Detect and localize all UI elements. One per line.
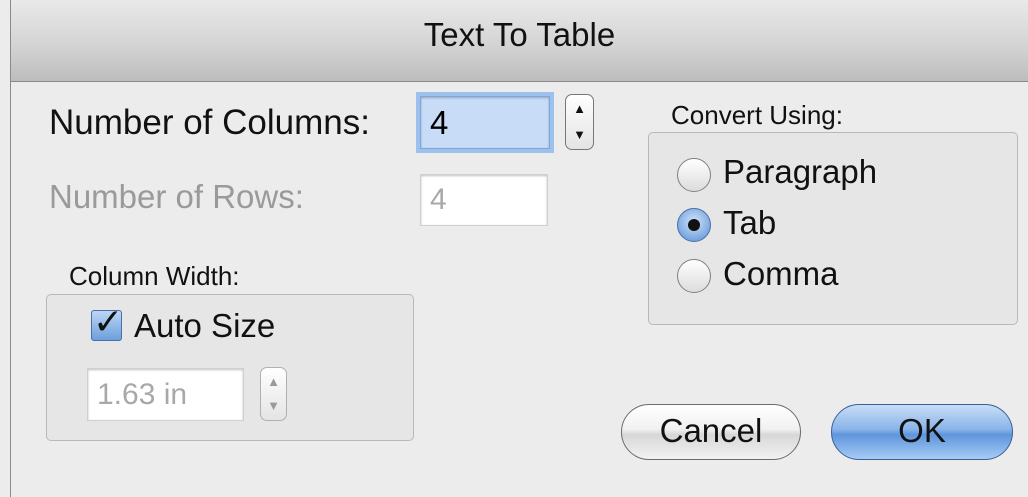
title-bar[interactable]: Text To Table <box>11 0 1028 82</box>
ok-button[interactable]: OK <box>831 404 1013 460</box>
paragraph-radio-label[interactable]: Paragraph <box>723 153 877 191</box>
rows-label: Number of Rows: <box>49 178 304 215</box>
checkmark-icon: ✓ <box>93 301 124 342</box>
paragraph-radio[interactable] <box>677 158 711 192</box>
tab-radio-label[interactable]: Tab <box>723 204 776 242</box>
column-width-input: 1.63 in <box>87 368 244 421</box>
dialog-title: Text To Table <box>423 16 616 53</box>
columns-label: Number of Columns: <box>49 103 370 142</box>
stepper-up-icon[interactable]: ▲ <box>566 102 593 116</box>
text-to-table-dialog: Text To Table Number of Columns: 4 ▲ ▼ N… <box>10 0 1028 497</box>
rows-input: 4 <box>420 174 548 226</box>
comma-radio[interactable] <box>677 259 711 293</box>
stepper-down-icon[interactable]: ▼ <box>566 128 593 142</box>
radio-selected-dot <box>688 219 700 231</box>
columns-input[interactable]: 4 <box>420 96 550 149</box>
column-width-stepper: ▲ ▼ <box>260 367 287 421</box>
column-width-group-title: Column Width: <box>69 261 240 291</box>
tab-radio[interactable] <box>677 208 711 242</box>
stepper-up-icon: ▲ <box>267 374 280 389</box>
comma-radio-label[interactable]: Comma <box>723 255 839 293</box>
auto-size-checkbox[interactable]: ✓ <box>91 302 123 342</box>
columns-stepper[interactable]: ▲ ▼ <box>565 94 594 150</box>
convert-using-group-title: Convert Using: <box>671 100 843 130</box>
auto-size-label[interactable]: Auto Size <box>134 307 275 345</box>
cancel-button[interactable]: Cancel <box>621 404 801 460</box>
stepper-down-icon: ▼ <box>267 398 280 413</box>
